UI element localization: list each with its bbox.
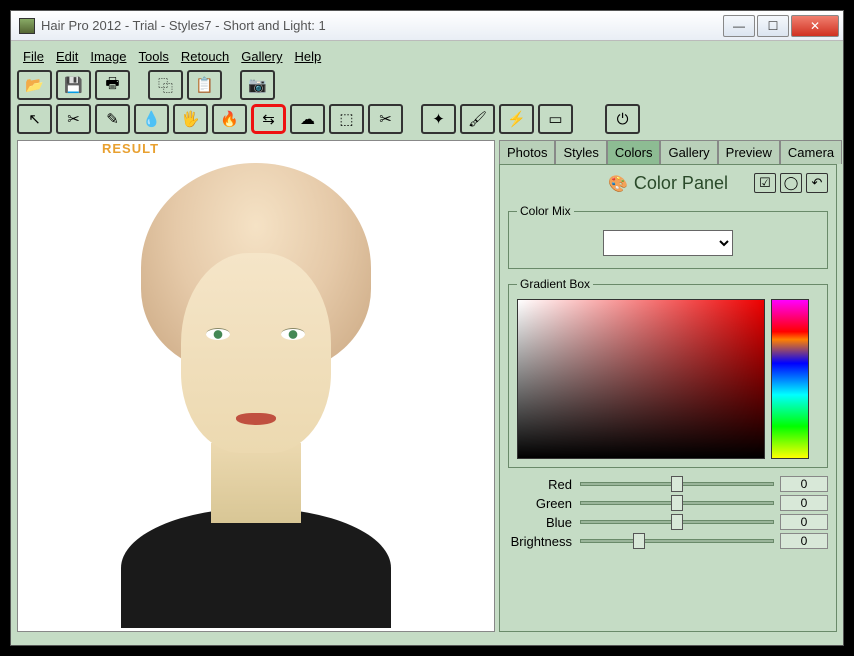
tape-tool[interactable]: ▭ — [538, 104, 573, 134]
brightness-slider[interactable] — [580, 539, 774, 543]
toolbar-tools: ↖ ✂ ✎ 💧 🖐 🔥 ⇆ ☁ ⬚ ✂ ✦ 🖌 ⚡ ▭ ⏻ — [17, 102, 837, 136]
eyedropper-tool[interactable]: ✎ — [95, 104, 130, 134]
power-icon: ⏻ — [617, 111, 629, 128]
tab-gallery[interactable]: Gallery — [660, 140, 717, 164]
apply-color-button[interactable]: ☑ — [754, 173, 776, 193]
tab-styles[interactable]: Styles — [555, 140, 606, 164]
undo-color-button[interactable]: ↶ — [806, 173, 828, 193]
canvas[interactable]: RESULT — [17, 140, 495, 632]
wand-icon: ✦ — [432, 110, 445, 128]
color-mix-select[interactable] — [603, 230, 733, 256]
save-icon: 💾 — [64, 76, 83, 94]
scissors-tool[interactable]: ✂ — [56, 104, 91, 134]
brightness-value: 0 — [780, 533, 828, 549]
red-label: Red — [508, 477, 580, 492]
cursor-icon: ↖ — [28, 110, 41, 128]
titlebar[interactable]: Hair Pro 2012 - Trial - Styles7 - Short … — [11, 11, 843, 41]
undo-icon: ↶ — [812, 175, 823, 191]
pointer-tool[interactable]: ↖ — [17, 104, 52, 134]
tab-colors[interactable]: Colors — [607, 140, 661, 164]
sliders-icon: ⇆ — [262, 110, 275, 128]
green-label: Green — [508, 496, 580, 511]
lasso-color-button[interactable]: ◯ — [780, 173, 802, 193]
camera-icon: 📷 — [248, 76, 267, 94]
scissors-icon: ✂ — [67, 110, 80, 128]
green-slider[interactable] — [580, 501, 774, 505]
lasso-tool[interactable]: ☁ — [290, 104, 325, 134]
blue-slider[interactable] — [580, 520, 774, 524]
check-icon: ☑ — [759, 175, 771, 191]
marquee-tool[interactable]: ⬚ — [329, 104, 364, 134]
menu-retouch[interactable]: Retouch — [181, 49, 229, 64]
droplet-icon: 💧 — [142, 110, 161, 128]
copy-button[interactable]: ⿻ — [148, 70, 183, 100]
tab-camera[interactable]: Camera — [780, 140, 842, 164]
gradient-box-label: Gradient Box — [517, 277, 593, 291]
copy-icon: ⿻ — [158, 75, 173, 96]
window-title: Hair Pro 2012 - Trial - Styles7 - Short … — [41, 18, 723, 33]
smudge-tool[interactable]: 🖐 — [173, 104, 208, 134]
color-mix-label: Color Mix — [517, 204, 574, 218]
blue-value: 0 — [780, 514, 828, 530]
color-panel: 🎨 Color Panel ☑ ◯ ↶ Color Mix — [499, 164, 837, 632]
close-button[interactable]: ✕ — [791, 15, 839, 37]
gradient-box-group: Gradient Box — [508, 277, 828, 468]
folder-open-icon: 📂 — [25, 76, 44, 94]
minimize-button[interactable]: — — [723, 15, 755, 37]
flash-tool[interactable]: ⚡ — [499, 104, 534, 134]
red-slider[interactable] — [580, 482, 774, 486]
color-mix-group: Color Mix — [508, 204, 828, 269]
crop-tool[interactable]: ✂ — [368, 104, 403, 134]
wand-tool[interactable]: ✦ — [421, 104, 456, 134]
panel-tabs: Photos Styles Colors Gallery Preview Cam… — [499, 140, 837, 164]
green-value: 0 — [780, 495, 828, 511]
cloud-icon: ☁ — [300, 110, 315, 128]
brightness-label: Brightness — [508, 534, 580, 549]
brush-icon: 🖌 — [468, 110, 487, 128]
app-icon — [19, 18, 35, 34]
model-image — [81, 153, 431, 613]
red-value: 0 — [780, 476, 828, 492]
save-button[interactable]: 💾 — [56, 70, 91, 100]
flame-icon: 🔥 — [220, 110, 239, 128]
app-window: Hair Pro 2012 - Trial - Styles7 - Short … — [10, 10, 844, 646]
adjust-tool[interactable]: ⇆ — [251, 104, 286, 134]
tab-photos[interactable]: Photos — [499, 140, 555, 164]
brush-tool[interactable]: 🖌 — [460, 104, 495, 134]
blue-label: Blue — [508, 515, 580, 530]
tab-preview[interactable]: Preview — [718, 140, 780, 164]
menu-gallery[interactable]: Gallery — [241, 49, 282, 64]
bolt-icon: ⚡ — [507, 110, 526, 128]
menu-file[interactable]: File — [23, 49, 44, 64]
gradient-picker[interactable] — [517, 299, 765, 459]
menu-edit[interactable]: Edit — [56, 49, 78, 64]
paste-button[interactable]: 📋 — [187, 70, 222, 100]
print-icon: 🖶 — [105, 73, 119, 98]
marquee-icon: ⬚ — [339, 110, 353, 128]
side-panel: Photos Styles Colors Gallery Preview Cam… — [499, 140, 837, 632]
maximize-button[interactable]: ☐ — [757, 15, 789, 37]
hue-slider[interactable] — [771, 299, 809, 459]
burn-tool[interactable]: 🔥 — [212, 104, 247, 134]
menu-tools[interactable]: Tools — [139, 49, 169, 64]
menubar: File Edit Image Tools Retouch Gallery He… — [17, 45, 837, 68]
blur-tool[interactable]: 💧 — [134, 104, 169, 134]
menu-help[interactable]: Help — [294, 49, 321, 64]
color-sliders: Red 0 Green 0 Blue 0 — [508, 476, 828, 549]
panel-title: Color Panel — [634, 173, 728, 194]
smudge-icon: 🖐 — [181, 110, 200, 128]
print-button[interactable]: 🖶 — [95, 70, 130, 100]
palette-icon: 🎨 — [608, 174, 628, 194]
open-button[interactable]: 📂 — [17, 70, 52, 100]
power-tool[interactable]: ⏻ — [605, 104, 640, 134]
paste-icon: 📋 — [195, 76, 214, 94]
eyedropper-icon: ✎ — [106, 110, 119, 128]
crop-icon: ✂ — [379, 110, 392, 128]
lasso-icon: ◯ — [784, 175, 799, 191]
menu-image[interactable]: Image — [90, 49, 126, 64]
toolbar-file: 📂 💾 🖶 ⿻ 📋 📷 — [17, 68, 837, 102]
tape-icon: ▭ — [548, 110, 562, 128]
camera-button[interactable]: 📷 — [240, 70, 275, 100]
